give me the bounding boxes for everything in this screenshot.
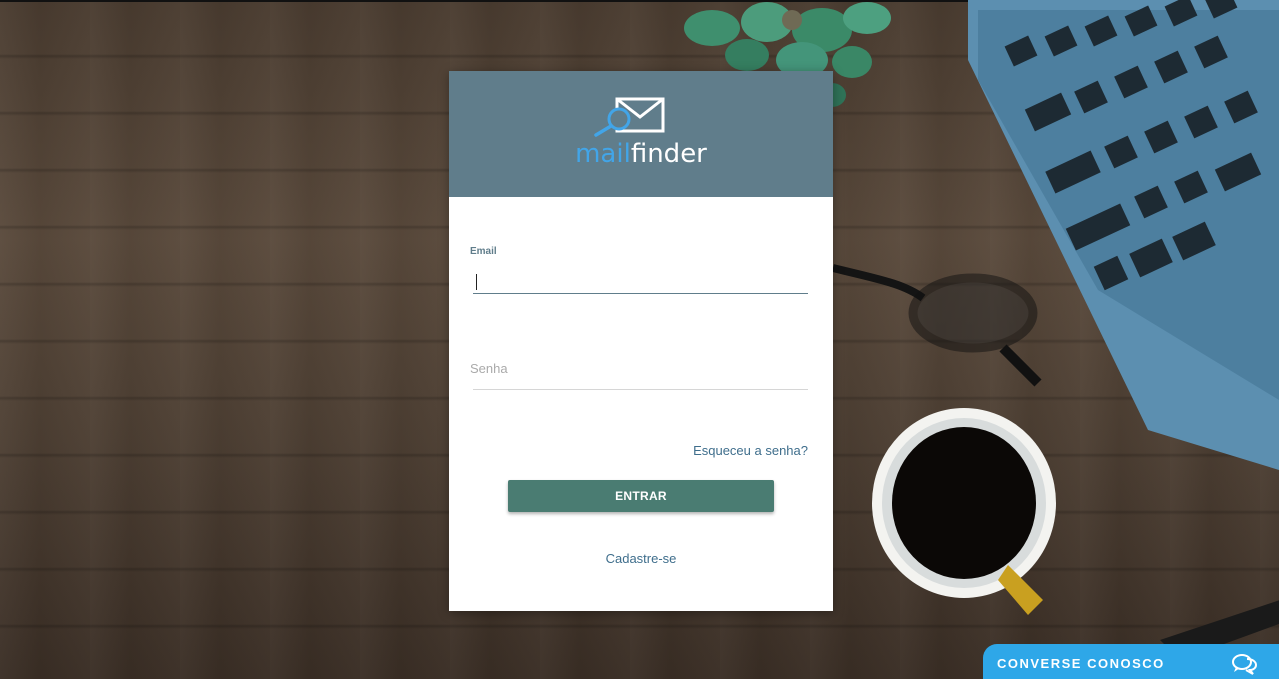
chat-widget-label: CONVERSE CONOSCO bbox=[997, 656, 1165, 671]
text-caret bbox=[476, 274, 477, 290]
forgot-password-link[interactable]: Esqueceu a senha? bbox=[693, 443, 808, 458]
chat-widget-button[interactable]: CONVERSE CONOSCO bbox=[983, 644, 1279, 679]
email-input[interactable] bbox=[473, 268, 809, 294]
coffee-cup-decoration bbox=[872, 408, 1056, 615]
signup-link[interactable]: Cadastre-se bbox=[449, 551, 833, 566]
password-input[interactable] bbox=[473, 357, 809, 383]
logo-text-mail: mail bbox=[575, 139, 631, 169]
email-label: Email bbox=[470, 246, 497, 257]
envelope-magnifier-icon bbox=[594, 97, 665, 137]
logo-wordmark: mailfinder bbox=[449, 139, 833, 169]
login-card: mailfinder Email Senha Esqueceu a senha?… bbox=[449, 71, 833, 611]
chat-bubbles-icon bbox=[1232, 654, 1257, 675]
login-button[interactable]: ENTRAR bbox=[508, 480, 774, 512]
password-underline bbox=[473, 389, 808, 390]
card-header: mailfinder bbox=[449, 71, 833, 197]
logo-text-finder: finder bbox=[630, 139, 707, 169]
email-underline bbox=[473, 293, 808, 294]
glasses-decoration bbox=[833, 264, 1042, 387]
